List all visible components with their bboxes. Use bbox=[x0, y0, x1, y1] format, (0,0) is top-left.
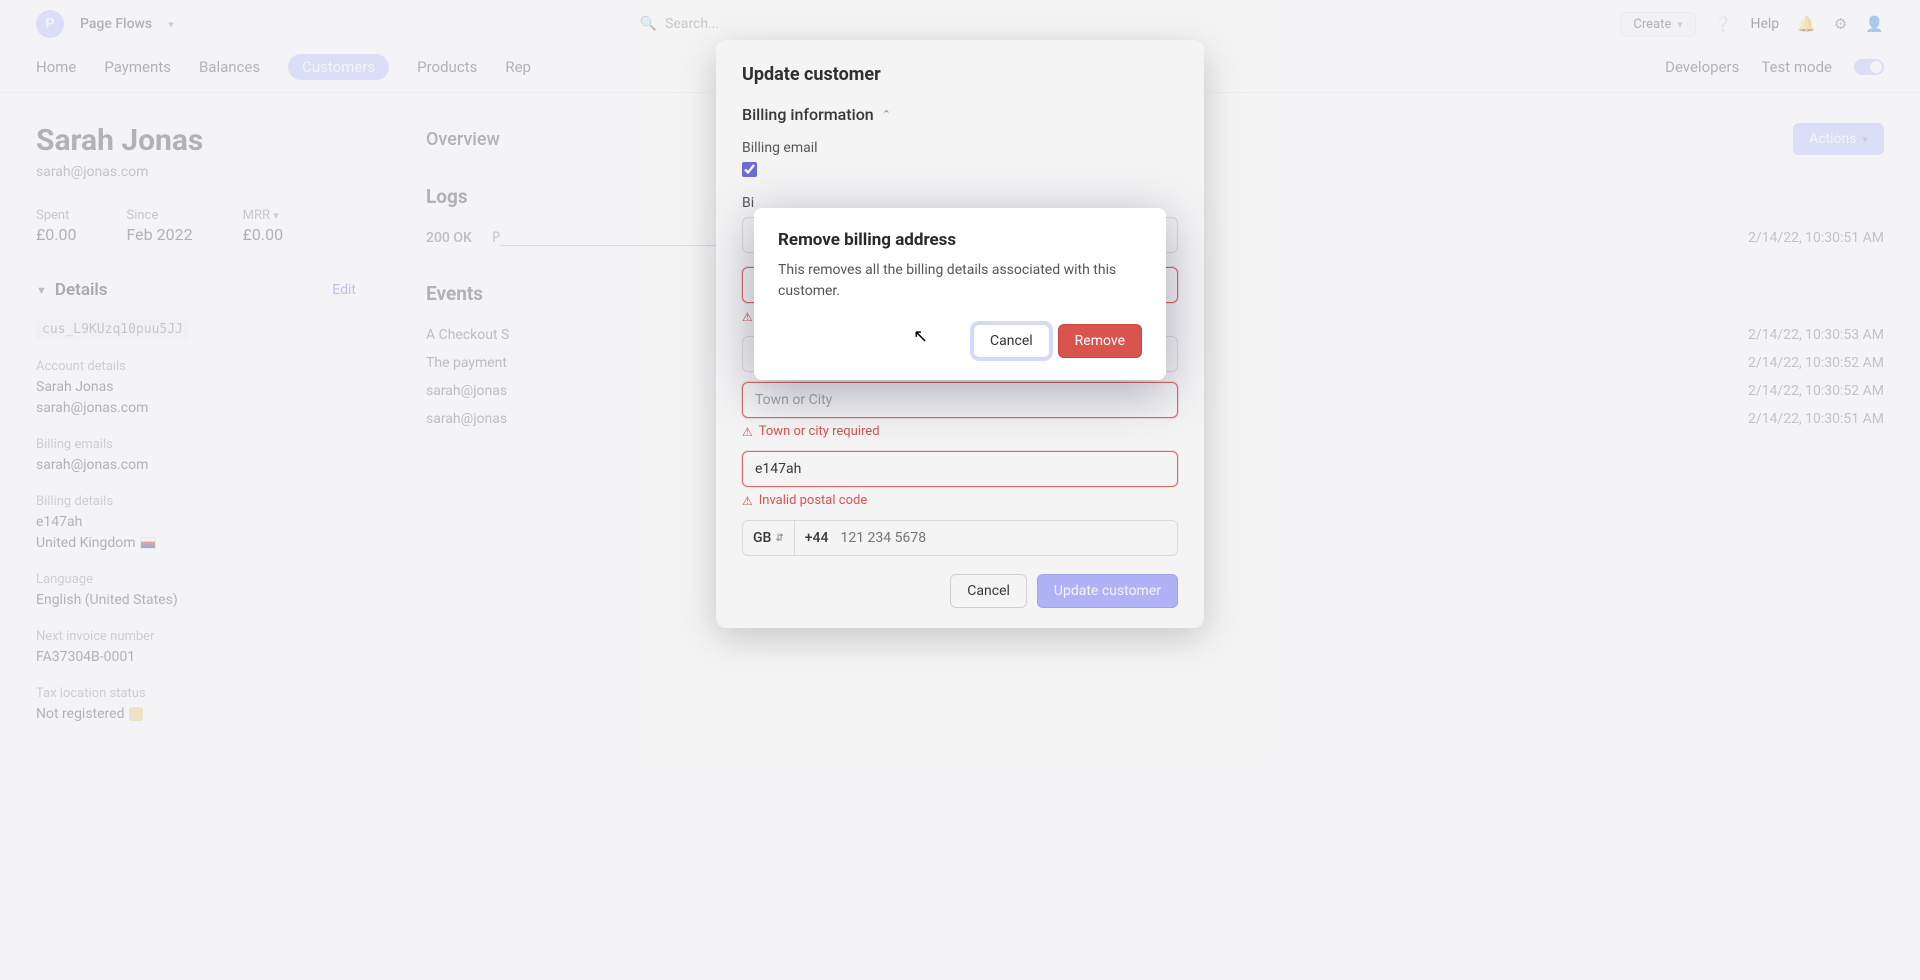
drawer-overlay bbox=[0, 0, 1920, 980]
dialog-body: This removes all the billing details ass… bbox=[778, 260, 1142, 302]
cancel-button[interactable]: Cancel bbox=[973, 324, 1050, 358]
dialog-title: Remove billing address bbox=[778, 230, 1142, 250]
remove-button[interactable]: Remove bbox=[1058, 324, 1142, 358]
remove-address-dialog: Remove billing address This removes all … bbox=[754, 208, 1166, 380]
